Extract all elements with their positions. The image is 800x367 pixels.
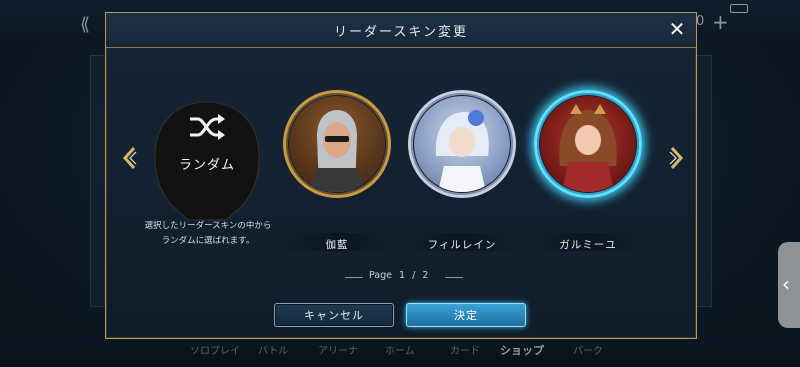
nav-item-shop: ショップ bbox=[500, 344, 544, 357]
pager-divider bbox=[445, 277, 463, 278]
nav-item-arena: アリーナ bbox=[318, 346, 358, 357]
portrait-frame-selected bbox=[534, 90, 642, 198]
character-portrait-garan[interactable] bbox=[283, 90, 391, 198]
portrait-frame bbox=[283, 90, 391, 198]
nav-item-park: パーク bbox=[573, 346, 603, 357]
character-name: フィルレイン bbox=[427, 239, 497, 251]
character-name: ガルミーユ bbox=[559, 239, 617, 251]
next-page-arrow-icon[interactable] bbox=[668, 146, 684, 170]
confirm-button[interactable]: 決定 bbox=[406, 303, 526, 327]
background-plus-icon: + bbox=[712, 10, 729, 34]
modal-title: リーダースキン変更 bbox=[334, 25, 468, 40]
leader-skin-modal: リーダースキン変更 ✕ ランダム 選択したリーダースキンの中から ランダムに選ば… bbox=[105, 12, 697, 339]
cancel-button[interactable]: キャンセル bbox=[274, 303, 394, 327]
prev-page-arrow-icon[interactable] bbox=[122, 146, 138, 170]
character-name: 伽藍 bbox=[325, 239, 349, 251]
pager-number: 1 / 2 bbox=[399, 270, 430, 281]
pagination: Page 1 / 2 bbox=[341, 270, 463, 284]
random-label: ランダム bbox=[178, 158, 235, 173]
random-description-line1: 選択したリーダースキンの中から bbox=[144, 221, 272, 231]
pager-label: Page bbox=[369, 270, 392, 281]
background-counter: 0 bbox=[696, 14, 705, 29]
nav-item-solo: ソロプレイ bbox=[190, 346, 240, 357]
pager-total: 2 bbox=[422, 270, 431, 281]
pager-separator: / bbox=[412, 270, 418, 281]
random-description-line2: ランダムに選ばれます。 bbox=[161, 236, 255, 246]
background-back-icon: ⟪ bbox=[80, 14, 91, 35]
random-skin-option[interactable]: ランダム bbox=[148, 98, 266, 224]
nav-item-card: カード bbox=[450, 346, 480, 357]
nav-item-home: ホーム bbox=[385, 346, 415, 357]
character-portrait-galmieux[interactable] bbox=[534, 90, 642, 198]
random-description: 選択したリーダースキンの中から ランダムに選ばれます。 bbox=[138, 219, 278, 249]
battery-icon bbox=[730, 4, 748, 13]
nav-item-battle: バトル bbox=[258, 346, 289, 357]
close-icon[interactable]: ✕ bbox=[666, 18, 688, 40]
chevron-left-icon: ‹ bbox=[782, 272, 790, 296]
pager-current: 1 bbox=[399, 270, 408, 281]
pager-divider bbox=[345, 277, 363, 278]
side-drawer-handle[interactable]: ‹ bbox=[778, 242, 800, 328]
modal-header: リーダースキン変更 ✕ bbox=[106, 13, 696, 48]
portrait-frame bbox=[408, 90, 516, 198]
character-portrait-fillrain[interactable] bbox=[408, 90, 516, 198]
